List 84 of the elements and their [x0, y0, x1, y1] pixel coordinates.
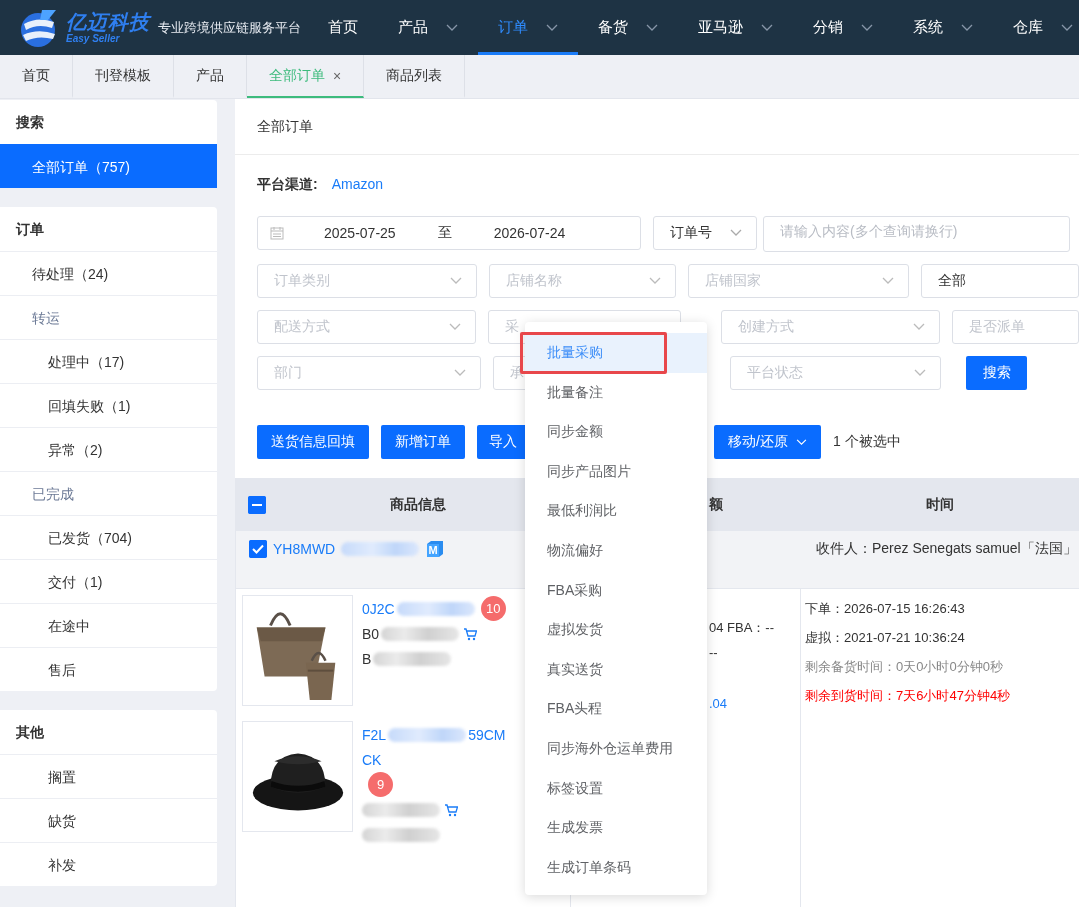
menu-item[interactable]: 真实送货 — [525, 649, 707, 690]
checkbox[interactable] — [249, 540, 267, 558]
channel-label: 平台渠道: — [257, 175, 318, 194]
column-header: 额 — [709, 495, 723, 514]
selection-count: 1 个被选中 — [832, 433, 901, 451]
sidebar-item[interactable]: 异常（2) — [0, 427, 217, 471]
product-link[interactable]: F2L — [362, 726, 387, 743]
column-header: 时间 — [926, 495, 954, 514]
sidebar-item[interactable]: 处理中（17) — [0, 339, 217, 383]
menu-item[interactable]: 生成发票 — [525, 808, 707, 848]
count-badge: 10 — [480, 596, 506, 621]
sidebar-item[interactable]: 补发 — [0, 842, 217, 886]
panel-title: 全部订单 — [235, 99, 1079, 155]
tab[interactable]: 产品 — [174, 55, 247, 98]
time-text: 虚拟：2021-07-21 10:36:24 — [805, 629, 966, 647]
sidebar-item[interactable]: 全部订单（757) — [0, 144, 217, 188]
sidebar-item[interactable]: 售后 — [0, 647, 217, 691]
calendar-icon — [270, 226, 284, 240]
menu-item[interactable]: 同步金额 — [525, 412, 707, 452]
sidebar-category[interactable]: 转运 — [0, 295, 217, 339]
cart-icon[interactable] — [463, 626, 478, 641]
sidebar-item[interactable]: 回填失败（1) — [0, 383, 217, 427]
tab[interactable]: 首页 — [0, 55, 73, 98]
product-text: B — [362, 650, 372, 667]
sidebar-item[interactable]: 交付（1) — [0, 559, 217, 603]
nav-item[interactable]: 亚马逊 — [678, 0, 793, 55]
caret-icon — [730, 229, 742, 237]
channel-link[interactable]: Amazon — [331, 174, 384, 194]
sidebar-item[interactable]: 已发货（704) — [0, 515, 217, 559]
time-text: 剩余备货时间：0天0小时0分钟0秒 — [805, 658, 1004, 676]
date-range-field[interactable]: 2025-07-25 至 2026-07-24 — [257, 216, 641, 250]
logo-text: 亿迈科技 — [66, 10, 150, 33]
sidebar-item[interactable]: 在途中 — [0, 603, 217, 647]
count-badge: 9 — [368, 772, 393, 797]
action-button[interactable]: 送货信息回填 — [257, 425, 369, 459]
sidebar-heading: 订单 — [14, 220, 45, 239]
logo-subtitle: Easy Seller — [66, 32, 120, 45]
nav-item[interactable]: 仓库 — [993, 0, 1079, 55]
close-icon[interactable]: × — [333, 67, 342, 84]
product-link[interactable]: 59CM — [468, 726, 506, 743]
menu-item[interactable]: 同步海外仓运单费用 — [525, 728, 707, 769]
amount-text: -- — [709, 644, 719, 662]
menu-item[interactable]: 物流偏好 — [525, 530, 707, 571]
product-text: B0 — [362, 625, 380, 642]
menu-item[interactable]: 批量备注 — [525, 372, 707, 413]
checkbox[interactable] — [248, 495, 266, 514]
action-button[interactable]: 新增订单 — [381, 425, 465, 459]
menu-item[interactable]: 标签设置 — [525, 768, 707, 809]
tab[interactable]: 商品列表 — [364, 55, 466, 98]
amount-link[interactable]: .04 — [709, 691, 800, 716]
sidebar-item[interactable]: 待处理（24) — [0, 251, 217, 295]
sidebar-heading: 其他 — [15, 723, 45, 742]
select-field[interactable]: 全部 — [921, 264, 1079, 298]
menu-item[interactable]: 虚拟发货 — [525, 610, 707, 650]
amount-text: 04 FBA：-- — [709, 619, 775, 637]
column-header: 商品信息 — [390, 495, 446, 514]
tab[interactable]: 刊登模板 — [73, 55, 174, 98]
order-number-link[interactable]: YH8MWD — [273, 541, 336, 557]
recipient-text: 收件人：Perez Senegats samuel「法国」 — [816, 540, 1077, 556]
time-text: 下单：2026-07-15 16:26:43 — [805, 600, 966, 618]
menu-item[interactable]: 最低利润比 — [525, 491, 707, 531]
product-link[interactable]: 0J2C — [362, 600, 395, 617]
menu-item[interactable]: FBA采购 — [525, 570, 707, 611]
sidebar-item[interactable]: 缺货 — [0, 798, 217, 842]
nav-item[interactable]: 首页 — [308, 0, 378, 55]
nav-item[interactable]: 系统 — [893, 0, 993, 55]
nav-item[interactable]: 分销 — [793, 0, 893, 55]
sidebar-category[interactable]: 已完成 — [0, 471, 217, 515]
sidebar-item[interactable]: 搁置 — [0, 754, 217, 798]
select-field[interactable]: 订单号 — [653, 216, 757, 250]
nav-item[interactable]: 产品 — [378, 0, 478, 55]
sidebar-heading: 搜索 — [15, 113, 45, 132]
search-button[interactable]: 搜索 — [966, 356, 1027, 390]
query-field[interactable]: 请输入内容(多个查询请换行) — [763, 216, 1070, 252]
menu-item[interactable]: FBA头程 — [525, 689, 707, 729]
slogan: 专业跨境供应链服务平台 — [158, 18, 301, 37]
time-text: 剩余到货时间：7天6小时47分钟4秒 — [805, 687, 1012, 705]
product-link[interactable]: CK — [362, 751, 382, 768]
menu-item[interactable]: 生成订单条码 — [525, 847, 707, 888]
marketplace-icon: M — [425, 539, 446, 559]
menu-item[interactable]: 同步产品图片 — [525, 451, 707, 492]
action-button[interactable]: 移动/还原 — [714, 425, 821, 459]
cart-icon[interactable] — [444, 802, 458, 817]
nav-item[interactable]: 备货 — [578, 0, 678, 55]
